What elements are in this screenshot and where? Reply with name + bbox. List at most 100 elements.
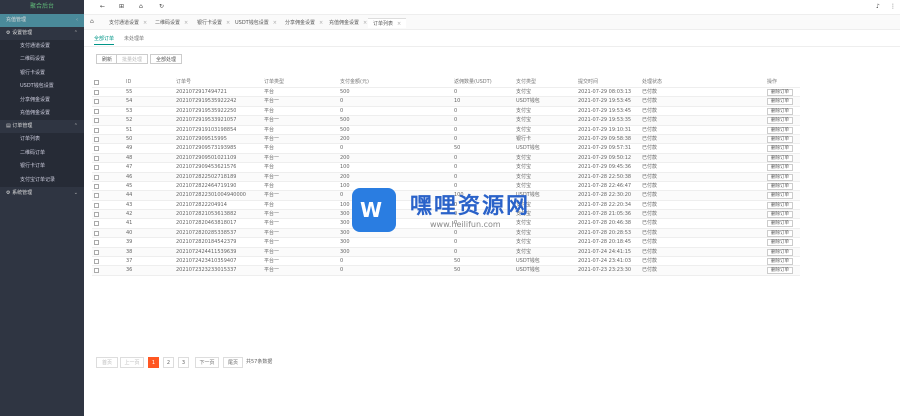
sidebar-item-usdt[interactable]: USDT钱包设置 xyxy=(0,80,84,93)
delete-order-button[interactable]: 删除订单 xyxy=(767,164,793,172)
row-checkbox[interactable] xyxy=(94,202,99,208)
page-1-button[interactable]: 1 xyxy=(148,357,159,368)
sidebar-item-payment-channel[interactable]: 支付通道设置 xyxy=(0,40,84,53)
sidebar-item-qrcode-orders[interactable]: 二维码订单 xyxy=(0,147,84,160)
batch-delete-button[interactable]: 全部处理 xyxy=(150,54,183,64)
cell-pay: 支付宝 xyxy=(516,239,532,246)
nav-group-settings[interactable]: ⚙ 设置管理 ⌃ xyxy=(0,27,84,40)
delete-order-button[interactable]: 删除订单 xyxy=(767,117,793,125)
left-arrow-icon[interactable]: ← xyxy=(100,3,105,10)
row-checkbox[interactable] xyxy=(94,174,99,180)
sidebar-item-bankcard-orders[interactable]: 银行卡订单 xyxy=(0,160,84,173)
row-checkbox[interactable] xyxy=(94,268,99,274)
close-icon[interactable]: × xyxy=(397,21,401,27)
table-row: 55 2021072917494721 平台 500 0 支付宝 2021-07-29 08… xyxy=(92,88,800,98)
subtab-unprocessed[interactable]: 未处理单 xyxy=(124,35,144,42)
subtab-all-orders[interactable]: 全部订单 xyxy=(94,35,115,45)
last-page-button[interactable]: 尾页 xyxy=(223,357,243,368)
row-checkbox[interactable] xyxy=(94,90,99,95)
tab-share-commission[interactable]: 分享佣金设置 × xyxy=(280,18,328,28)
delete-order-button[interactable]: 删除订单 xyxy=(767,173,793,181)
delete-order-button[interactable]: 删除订单 xyxy=(767,182,793,190)
sidebar-item-bankcard[interactable]: 银行卡设置 xyxy=(0,67,84,80)
delete-order-button[interactable]: 删除订单 xyxy=(767,229,793,237)
table-row: 53 2021072919535922250 平台 0 0 支付宝 2021-07-29 1… xyxy=(92,107,800,117)
delete-order-button[interactable]: 删除订单 xyxy=(767,145,793,153)
tab-order-list[interactable]: 订单列表 × xyxy=(368,18,407,28)
delete-order-button[interactable]: 删除订单 xyxy=(767,211,793,219)
delete-order-button[interactable]: 删除订单 xyxy=(767,107,793,115)
row-checkbox[interactable] xyxy=(94,99,99,105)
bell-icon[interactable]: ♪ xyxy=(876,3,880,10)
cell-time: 2021-07-24 23:41:03 xyxy=(578,258,632,265)
row-checkbox[interactable] xyxy=(94,230,99,236)
tab-bankcard[interactable]: 银行卡设置 × xyxy=(192,18,235,28)
cell-time: 2021-07-29 19:53:45 xyxy=(578,107,632,114)
menu-icon[interactable]: ⋮ xyxy=(890,3,896,10)
cell-status: 已付款 xyxy=(642,135,658,142)
row-checkbox[interactable] xyxy=(94,155,99,161)
page-3-button[interactable]: 3 xyxy=(178,357,189,368)
row-checkbox[interactable] xyxy=(94,259,99,265)
cell-amount: 300 xyxy=(340,220,350,227)
sidebar-item-share-commission[interactable]: 分享佣金设置 xyxy=(0,94,84,107)
refresh-icon[interactable]: ↻ xyxy=(159,3,164,10)
delete-order-button[interactable]: 删除订单 xyxy=(767,126,793,134)
delete-order-button[interactable]: 删除订单 xyxy=(767,89,793,96)
close-icon[interactable]: × xyxy=(143,20,147,26)
delete-order-button[interactable]: 删除订单 xyxy=(767,154,793,162)
next-page-button[interactable]: 下一页 xyxy=(195,357,219,368)
sidebar-item-qrcode[interactable]: 二维码设置 xyxy=(0,53,84,66)
delete-order-button[interactable]: 删除订单 xyxy=(767,220,793,228)
row-checkbox[interactable] xyxy=(94,127,99,133)
doc-icon: ▤ xyxy=(6,123,11,130)
cell-amount: 300 xyxy=(340,211,350,218)
first-page-button[interactable]: 首页 xyxy=(96,357,118,368)
refresh-button[interactable]: 刷新 xyxy=(96,54,119,64)
orders-table: ID 订单号 订单类型 支付金额(元) 返佣数量(USDT) 支付类型 提交时间… xyxy=(92,78,800,276)
delete-order-button[interactable]: 删除订单 xyxy=(767,192,793,200)
delete-order-button[interactable]: 删除订单 xyxy=(767,135,793,143)
row-checkbox[interactable] xyxy=(94,249,99,255)
delete-order-button[interactable]: 删除订单 xyxy=(767,239,793,247)
row-checkbox[interactable] xyxy=(94,221,99,227)
row-checkbox[interactable] xyxy=(94,136,99,142)
delete-order-button[interactable]: 删除订单 xyxy=(767,258,793,266)
close-icon[interactable]: × xyxy=(319,20,323,26)
row-checkbox[interactable] xyxy=(94,240,99,246)
close-icon[interactable]: × xyxy=(363,20,367,26)
row-checkbox[interactable] xyxy=(94,212,99,218)
nav-group-system[interactable]: ⚙ 系统管理 ⌄ xyxy=(0,187,84,200)
tab-payment-channel[interactable]: 支付通道设置 × xyxy=(104,18,152,28)
delete-order-button[interactable]: 删除订单 xyxy=(767,98,793,106)
row-checkbox[interactable] xyxy=(94,108,99,114)
sidebar-item-order-list[interactable]: 订单列表 xyxy=(0,133,84,146)
tab-recharge-commission[interactable]: 充值佣金设置 × xyxy=(324,18,372,28)
select-all-checkbox[interactable] xyxy=(94,80,99,85)
row-checkbox[interactable] xyxy=(94,183,99,189)
row-checkbox[interactable] xyxy=(94,146,99,152)
row-checkbox[interactable] xyxy=(94,118,99,124)
batch-process-button[interactable]: 批量处理 xyxy=(116,54,149,64)
nav-group-recharge[interactable]: 充值管理 ‹ xyxy=(0,14,84,27)
close-icon[interactable]: × xyxy=(273,20,277,26)
sidebar-item-alipay-orders[interactable]: 支付宝订单记录 xyxy=(0,174,84,187)
tab-qrcode[interactable]: 二维码设置 × xyxy=(150,18,193,28)
delete-order-button[interactable]: 删除订单 xyxy=(767,201,793,209)
grid-icon[interactable]: ⊞ xyxy=(119,3,124,10)
close-icon[interactable]: × xyxy=(184,20,188,26)
home-icon[interactable]: ⌂ xyxy=(139,3,143,10)
sidebar-item-recharge-commission[interactable]: 充值佣金设置 xyxy=(0,107,84,120)
cell-id: 45 xyxy=(126,182,133,189)
home-tab-icon[interactable]: ⌂ xyxy=(90,18,94,25)
delete-order-button[interactable]: 删除订单 xyxy=(767,248,793,256)
row-checkbox[interactable] xyxy=(94,193,99,199)
cell-usdt: 10 xyxy=(454,98,461,105)
cell-id: 48 xyxy=(126,154,133,161)
delete-order-button[interactable]: 删除订单 xyxy=(767,267,793,275)
row-checkbox[interactable] xyxy=(94,165,99,171)
tab-usdt[interactable]: USDT钱包设置 × xyxy=(230,18,282,28)
page-2-button[interactable]: 2 xyxy=(163,357,174,368)
prev-page-button[interactable]: 上一页 xyxy=(120,357,144,368)
nav-group-orders[interactable]: ▤ 订单管理 ⌃ xyxy=(0,120,84,133)
